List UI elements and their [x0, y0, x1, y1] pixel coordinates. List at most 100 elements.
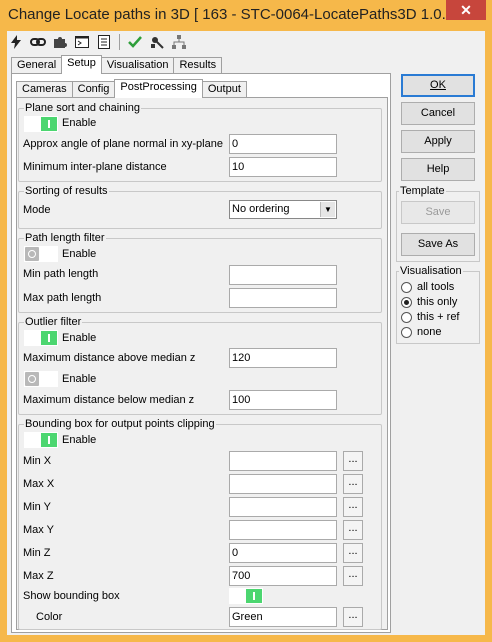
min-y-browse-button[interactable]: ... [343, 497, 363, 517]
min-z-input[interactable]: 0 [229, 543, 337, 563]
toggle-knob [41, 433, 57, 447]
pathlen-enable-label: Enable [62, 248, 97, 260]
radio-this-only[interactable]: this only [401, 296, 485, 310]
above-median-input[interactable]: 120 [229, 348, 337, 368]
tab-config[interactable]: Config [71, 81, 116, 98]
tab-setup[interactable]: Setup [61, 55, 102, 74]
terminal-icon[interactable] [73, 33, 91, 51]
template-save-button[interactable]: Save [401, 201, 475, 224]
outlier-below-enable-toggle[interactable] [24, 371, 58, 387]
radio-all-tools[interactable]: all tools [401, 281, 485, 295]
toggle-knob [25, 372, 39, 386]
radio-label: this + ref [417, 311, 460, 323]
max-y-browse-button[interactable]: ... [343, 520, 363, 540]
max-x-label: Max X [23, 478, 55, 490]
below-median-label: Maximum distance below median z [23, 394, 195, 406]
radio-circle [401, 312, 412, 323]
tab-results[interactable]: Results [173, 57, 223, 74]
check-icon[interactable] [126, 33, 144, 51]
template-save-as-button[interactable]: Save As [401, 233, 475, 256]
tools-icon[interactable] [148, 33, 166, 51]
main-tabs: General Setup Visualisation Results [11, 55, 223, 74]
hierarchy-icon[interactable] [170, 33, 188, 51]
ok-button[interactable]: OK [401, 74, 475, 97]
document-icon[interactable] [95, 33, 113, 51]
puzzle-icon[interactable] [51, 33, 69, 51]
color-input[interactable]: Green [229, 607, 337, 627]
group-title: Plane sort and chaining [24, 102, 141, 114]
bbox-enable-toggle[interactable] [24, 432, 58, 448]
mode-value: No ordering [232, 203, 290, 215]
toggle-knob [41, 331, 57, 345]
radio-label: all tools [417, 281, 455, 293]
toolbar [7, 32, 188, 52]
angle-label: Approx angle of plane normal in xy-plane [23, 138, 223, 150]
outlier-below-enable-label: Enable [62, 373, 97, 385]
min-x-browse-button[interactable]: ... [343, 451, 363, 471]
plane-enable-label: Enable [62, 117, 97, 129]
color-browse-button[interactable]: ... [343, 607, 363, 627]
max-z-label: Max Z [23, 570, 54, 582]
radio-label: none [417, 326, 442, 338]
bbox-enable-label: Enable [62, 434, 97, 446]
radio-none[interactable]: none [401, 326, 485, 340]
title-bar[interactable]: Change Locate paths in 3D [ 163 - STC-00… [0, 0, 492, 31]
close-button[interactable]: ✕ [446, 0, 486, 20]
max-path-length-label: Max path length [23, 292, 102, 304]
tab-general[interactable]: General [11, 57, 63, 74]
cancel-button[interactable]: Cancel [401, 102, 475, 125]
tab-postprocessing[interactable]: PostProcessing [114, 79, 203, 98]
toggle-knob [25, 247, 39, 261]
above-median-label: Maximum distance above median z [23, 352, 196, 364]
plane-enable-toggle[interactable] [24, 116, 58, 132]
group-title: Path length filter [24, 232, 106, 244]
apply-button[interactable]: Apply [401, 130, 475, 153]
min-x-input[interactable] [229, 451, 337, 471]
pathlen-enable-toggle[interactable] [24, 246, 58, 262]
max-x-browse-button[interactable]: ... [343, 474, 363, 494]
radio-circle [401, 327, 412, 338]
group-title: Sorting of results [24, 185, 109, 197]
radio-circle [401, 297, 412, 308]
tab-visualisation[interactable]: Visualisation [100, 57, 175, 74]
min-y-input[interactable] [229, 497, 337, 517]
min-x-label: Min X [23, 455, 52, 467]
plane-distance-label: Minimum inter-plane distance [23, 161, 167, 173]
max-z-input[interactable]: 700 [229, 566, 337, 586]
radio-label: this only [417, 296, 458, 308]
help-button[interactable]: Help [401, 158, 475, 181]
visualisation-group: Visualisation all tools this only this +… [396, 265, 480, 344]
plane-distance-input[interactable]: 10 [229, 157, 337, 177]
outlier-above-enable-toggle[interactable] [24, 330, 58, 346]
max-y-input[interactable] [229, 520, 337, 540]
group-title: Template [399, 185, 446, 197]
min-y-label: Min Y [23, 501, 51, 513]
show-bbox-toggle[interactable] [229, 588, 263, 604]
show-bbox-label: Show bounding box [23, 590, 120, 602]
tab-output[interactable]: Output [201, 81, 247, 98]
mode-label: Mode [23, 204, 51, 216]
below-median-input[interactable]: 100 [229, 390, 337, 410]
max-x-input[interactable] [229, 474, 337, 494]
outlier-above-enable-label: Enable [62, 332, 97, 344]
link-icon[interactable] [29, 33, 47, 51]
min-z-browse-button[interactable]: ... [343, 543, 363, 563]
min-path-length-label: Min path length [23, 268, 99, 280]
toggle-knob [246, 589, 262, 603]
max-path-length-input[interactable] [229, 288, 337, 308]
angle-input[interactable]: 0 [229, 134, 337, 154]
mode-select[interactable]: No ordering ▼ [229, 200, 337, 219]
radio-circle [401, 282, 412, 293]
min-z-label: Min Z [23, 547, 51, 559]
toolbar-separator [119, 34, 120, 50]
min-path-length-input[interactable] [229, 265, 337, 285]
radio-this-plus-ref[interactable]: this + ref [401, 311, 485, 325]
window-title: Change Locate paths in 3D [ 163 - STC-00… [8, 6, 448, 23]
sub-tabs: Cameras Config PostProcessing Output [16, 79, 247, 98]
ok-label: OK [430, 79, 446, 91]
toggle-knob [41, 117, 57, 131]
bolt-icon[interactable] [7, 33, 25, 51]
tab-cameras[interactable]: Cameras [16, 81, 73, 98]
max-z-browse-button[interactable]: ... [343, 566, 363, 586]
chevron-down-icon[interactable]: ▼ [320, 202, 335, 217]
